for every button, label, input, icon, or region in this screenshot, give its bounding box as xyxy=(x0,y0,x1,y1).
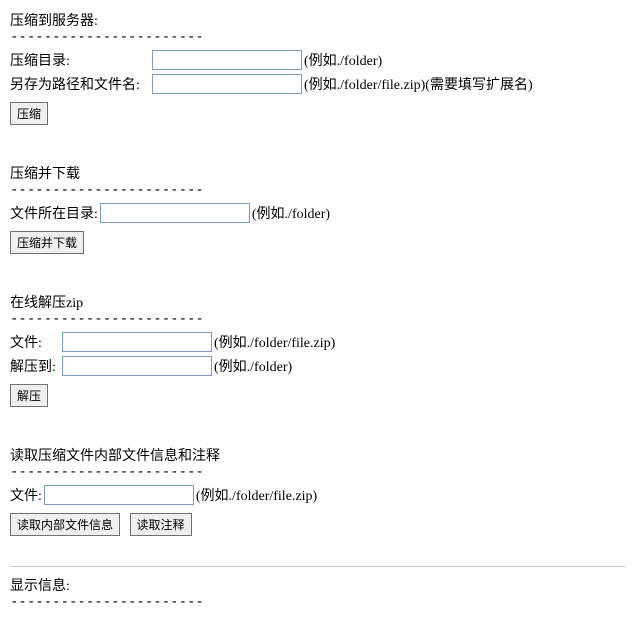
horizontal-rule xyxy=(10,566,626,567)
section-divider: ----------------------- xyxy=(10,312,626,326)
input-unzip-dest[interactable] xyxy=(62,356,212,376)
input-save-as[interactable] xyxy=(152,74,302,94)
label-save-as: 另存为路径和文件名: xyxy=(10,74,150,94)
row-unzip-dest: 解压到: (例如./folder) xyxy=(10,356,626,376)
label-compress-dir: 压缩目录: xyxy=(10,50,150,70)
hint-unzip-dest: (例如./folder) xyxy=(214,356,292,376)
hint-save-as: (例如./folder/file.zip)(需要填写扩展名) xyxy=(304,74,533,94)
row-read-file: 文件: (例如./folder/file.zip) xyxy=(10,485,626,505)
row-compress-dir: 压缩目录: (例如./folder) xyxy=(10,50,626,70)
row-unzip-file: 文件: (例如./folder/file.zip) xyxy=(10,332,626,352)
section-title: 在线解压zip xyxy=(10,292,626,312)
read-comment-button[interactable]: 读取注释 xyxy=(130,513,192,536)
input-unzip-file[interactable] xyxy=(62,332,212,352)
section-title: 压缩并下载 xyxy=(10,163,626,183)
input-file-dir[interactable] xyxy=(100,203,250,223)
row-file-dir: 文件所在目录: (例如./folder) xyxy=(10,203,626,223)
read-file-info-button[interactable]: 读取内部文件信息 xyxy=(10,513,120,536)
section-divider: ----------------------- xyxy=(10,183,626,197)
unzip-button[interactable]: 解压 xyxy=(10,384,48,407)
section-title: 显示信息: xyxy=(10,575,626,595)
section-compress-to-server: 压缩到服务器: ----------------------- 压缩目录: (例… xyxy=(10,10,626,125)
section-divider: ----------------------- xyxy=(10,30,626,44)
input-compress-dir[interactable] xyxy=(152,50,302,70)
section-title: 压缩到服务器: xyxy=(10,10,626,30)
section-show-info: 显示信息: ----------------------- xyxy=(10,575,626,609)
row-save-as: 另存为路径和文件名: (例如./folder/file.zip)(需要填写扩展名… xyxy=(10,74,626,94)
label-read-file: 文件: xyxy=(10,485,42,505)
section-divider: ----------------------- xyxy=(10,465,626,479)
section-divider: ----------------------- xyxy=(10,595,626,609)
label-unzip-file: 文件: xyxy=(10,332,60,352)
hint-unzip-file: (例如./folder/file.zip) xyxy=(214,332,335,352)
section-read-info: 读取压缩文件内部文件信息和注释 ----------------------- … xyxy=(10,445,626,536)
hint-file-dir: (例如./folder) xyxy=(252,203,330,223)
label-unzip-dest: 解压到: xyxy=(10,356,60,376)
section-unzip: 在线解压zip ----------------------- 文件: (例如.… xyxy=(10,292,626,407)
compress-download-button[interactable]: 压缩并下载 xyxy=(10,231,84,254)
input-read-file[interactable] xyxy=(44,485,194,505)
hint-compress-dir: (例如./folder) xyxy=(304,50,382,70)
hint-read-file: (例如./folder/file.zip) xyxy=(196,485,317,505)
section-compress-download: 压缩并下载 ----------------------- 文件所在目录: (例… xyxy=(10,163,626,254)
compress-button[interactable]: 压缩 xyxy=(10,102,48,125)
label-file-dir: 文件所在目录: xyxy=(10,203,98,223)
section-title: 读取压缩文件内部文件信息和注释 xyxy=(10,445,626,465)
